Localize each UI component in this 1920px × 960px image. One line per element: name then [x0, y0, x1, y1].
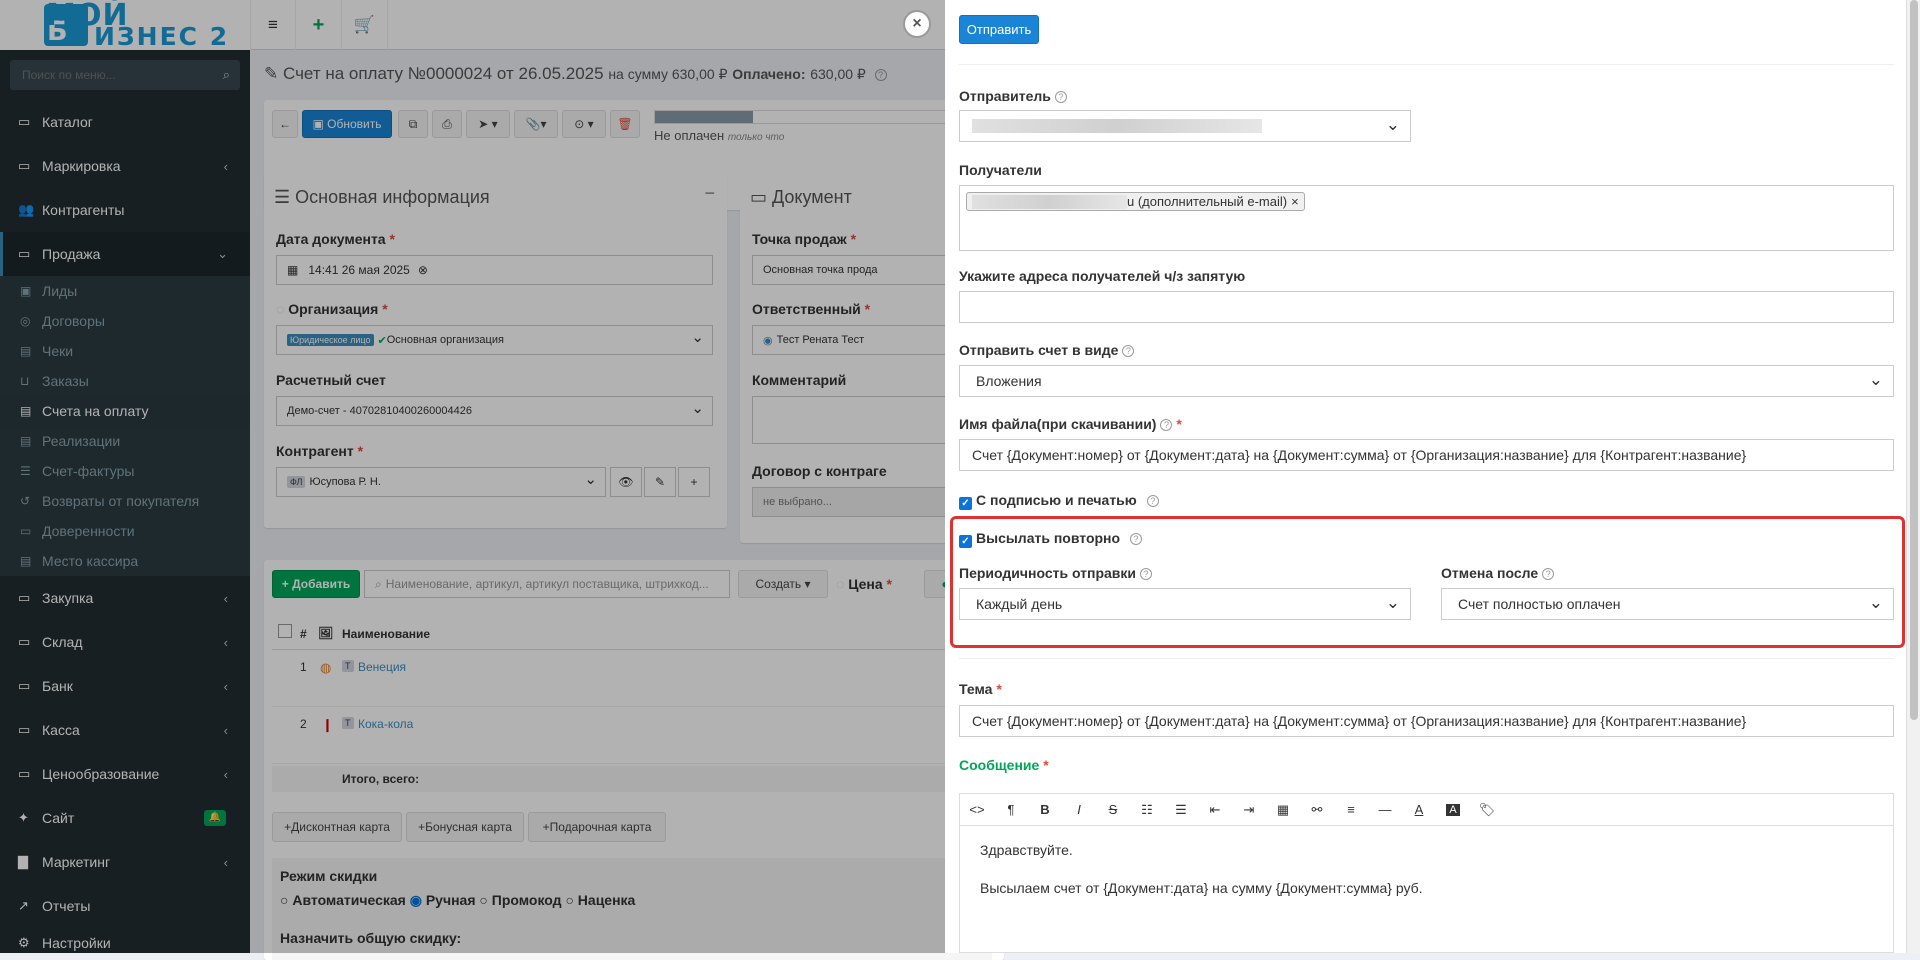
send-as-select[interactable]: Вложения — [959, 365, 1894, 397]
paragraph-icon[interactable]: ¶ — [994, 802, 1028, 817]
editor-toolbar: <> ¶ B I S ☷ ☰ ⇤ ⇥ ▦ ⚯ ≡ — A A 🏷 — [959, 793, 1894, 825]
code-icon[interactable]: <> — [960, 802, 994, 817]
sign-label: С подписью и печатью — [976, 492, 1137, 508]
close-icon: × — [912, 15, 922, 32]
send-as-value: Вложения — [976, 373, 1042, 389]
recipient-tag-text: u (дополнительный e-mail) — [1127, 194, 1288, 209]
subject-value: Счет {Документ:номер} от {Документ:дата}… — [972, 713, 1747, 729]
close-panel-button[interactable]: × — [903, 10, 931, 38]
link-icon[interactable]: ⚯ — [1300, 802, 1334, 818]
hr-icon[interactable]: — — [1368, 802, 1402, 817]
modal-overlay[interactable] — [0, 0, 945, 953]
divider — [959, 658, 1894, 659]
divider — [959, 64, 1894, 65]
redacted-email — [972, 194, 1127, 209]
scrollbar[interactable] — [1906, 0, 1920, 953]
italic-icon[interactable]: I — [1062, 802, 1096, 817]
sender-label: Отправитель? — [959, 88, 1067, 104]
sign-checkbox[interactable]: ✓ С подписью и печатью? — [959, 492, 1159, 510]
required-mark: * — [1176, 416, 1182, 432]
message-label-text: Сообщение — [959, 757, 1040, 773]
send-panel: Отправить Отправитель? Получатели u (доп… — [945, 0, 1920, 953]
indent-icon[interactable]: ⇥ — [1232, 802, 1266, 818]
filename-value: Счет {Документ:номер} от {Документ:дата}… — [972, 447, 1747, 463]
addresses-input[interactable] — [959, 291, 1894, 323]
recipients-field[interactable]: u (дополнительный e-mail) × — [959, 185, 1894, 251]
help-icon[interactable]: ? — [1122, 345, 1135, 357]
tags-icon[interactable]: 🏷 — [1470, 802, 1504, 818]
bold-icon[interactable]: B — [1028, 802, 1062, 817]
help-icon[interactable]: ? — [1054, 91, 1067, 103]
help-icon[interactable]: ? — [1146, 495, 1159, 507]
recipient-tag[interactable]: u (дополнительный e-mail) × — [966, 192, 1305, 211]
table-icon[interactable]: ▦ — [1266, 802, 1300, 818]
recipients-label: Получатели — [959, 162, 1042, 178]
subject-label: Тема * — [959, 681, 1002, 697]
sender-select[interactable] — [959, 110, 1411, 142]
message-label: Сообщение * — [959, 757, 1049, 773]
filename-label: Имя файла(при скачивании)? * — [959, 416, 1182, 432]
strikethrough-icon[interactable]: S — [1096, 802, 1130, 817]
redacted-sender — [972, 119, 1262, 133]
message-line: Высылаем счет от {Документ:дата} на сумм… — [980, 880, 1423, 896]
bullet-list-icon[interactable]: ☷ — [1130, 802, 1164, 818]
message-line: Здравствуйте. — [980, 842, 1073, 858]
required-mark: * — [1043, 757, 1049, 773]
highlight-box — [950, 516, 1905, 648]
help-icon[interactable]: ? — [1160, 419, 1173, 431]
send-as-label-text: Отправить счет в виде — [959, 342, 1119, 358]
scrollbar-thumb[interactable] — [1910, 0, 1918, 720]
filename-input[interactable]: Счет {Документ:номер} от {Документ:дата}… — [959, 439, 1894, 471]
sender-label-text: Отправитель — [959, 88, 1051, 104]
addresses-label: Укажите адреса получателей ч/з запятую — [959, 268, 1246, 284]
checkbox-checked-icon: ✓ — [959, 497, 972, 510]
required-mark: * — [996, 681, 1002, 697]
subject-label-text: Тема — [959, 681, 993, 697]
remove-tag-icon[interactable]: × — [1291, 194, 1299, 209]
send-button[interactable]: Отправить — [959, 15, 1039, 44]
send-as-label: Отправить счет в виде? — [959, 342, 1135, 358]
bg-color-icon[interactable]: A — [1446, 803, 1460, 816]
filename-label-text: Имя файла(при скачивании) — [959, 416, 1157, 432]
numbered-list-icon[interactable]: ☰ — [1164, 802, 1198, 818]
outdent-icon[interactable]: ⇤ — [1198, 802, 1232, 818]
subject-input[interactable]: Счет {Документ:номер} от {Документ:дата}… — [959, 705, 1894, 737]
message-editor[interactable]: Здравствуйте. Высылаем счет от {Документ… — [959, 825, 1894, 953]
align-icon[interactable]: ≡ — [1334, 802, 1368, 817]
text-color-icon[interactable]: A — [1402, 802, 1436, 817]
